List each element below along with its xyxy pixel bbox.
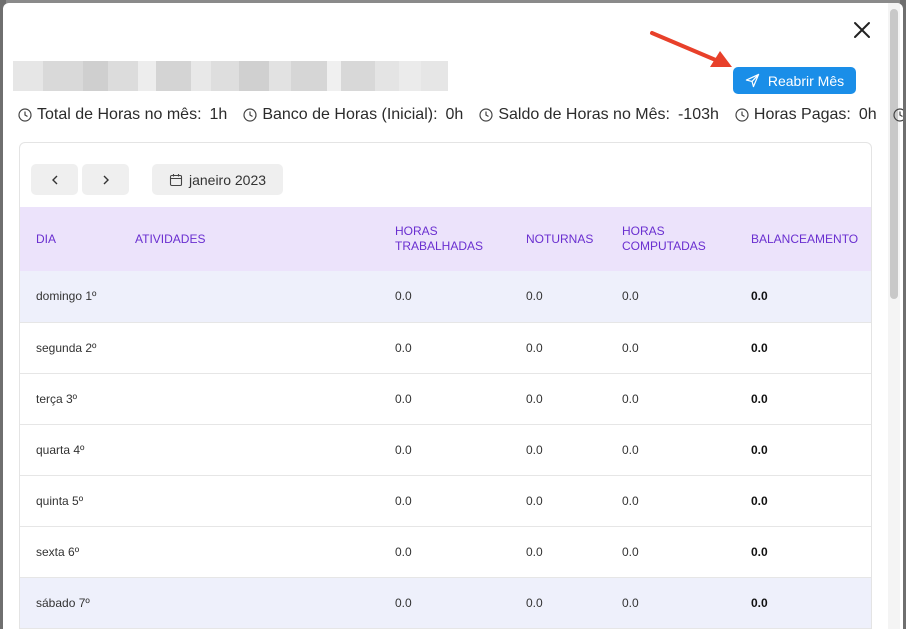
header-horas-computadas-line1: HORAS (622, 224, 665, 238)
cell-noturnas: 0.0 (526, 595, 543, 610)
timesheet-table: DIA ATIVIDADES HORAS TRABALHADAS NOTURNA… (20, 207, 871, 629)
month-label: janeiro 2023 (188, 171, 267, 188)
cell-atividades (135, 475, 395, 526)
cell-atividades (135, 424, 395, 475)
header-horas-trabalhadas: HORAS TRABALHADAS (395, 207, 526, 271)
table-row[interactable]: domingo 1º 0.0 0.0 0.0 0.0 (20, 271, 871, 322)
month-summary: Total de Horas no mês: 1h Banco de Horas… (18, 103, 903, 127)
stat-value: 0h (858, 106, 877, 123)
table-header-row: DIA ATIVIDADES HORAS TRABALHADAS NOTURNA… (20, 207, 871, 271)
cell-balanceamento: 0.0 (751, 595, 768, 610)
cell-noturnas: 0.0 (526, 493, 543, 508)
cell-noturnas: 0.0 (526, 289, 543, 304)
table-row[interactable]: segunda 2º 0.0 0.0 0.0 0.0 (20, 322, 871, 373)
cell-balanceamento: 0.0 (751, 340, 768, 355)
next-month-button[interactable] (82, 164, 129, 195)
stat-label: Banco de Horas (Inicial): (262, 106, 438, 123)
cell-computadas: 0.0 (622, 544, 639, 559)
calendar-icon (169, 173, 183, 186)
cell-computadas: 0.0 (622, 595, 639, 610)
annotation-arrow (650, 31, 732, 67)
table-row[interactable]: terça 3º 0.0 0.0 0.0 0.0 (20, 373, 871, 424)
cell-dia: quinta 5º (36, 493, 84, 508)
cell-dia: sábado 7º (36, 595, 90, 610)
cell-noturnas: 0.0 (526, 391, 543, 406)
clock-icon (479, 108, 493, 122)
stat-overflow (893, 108, 903, 122)
chevron-left-icon (51, 175, 57, 184)
cell-trabalhadas: 0.0 (395, 340, 412, 355)
stat-initial-bank: Banco de Horas (Inicial): 0h (243, 106, 463, 124)
month-picker-button[interactable]: janeiro 2023 (152, 164, 283, 195)
stat-label: Saldo de Horas no Mês: (498, 106, 670, 123)
clock-icon (893, 108, 903, 122)
table-row[interactable]: quinta 5º 0.0 0.0 0.0 0.0 (20, 475, 871, 526)
cell-computadas: 0.0 (622, 340, 639, 355)
cell-dia: sexta 6º (36, 544, 80, 559)
stat-label: Horas Pagas: (753, 106, 851, 123)
cell-dia: terça 3º (36, 391, 78, 406)
cell-balanceamento: 0.0 (751, 493, 768, 508)
scrollbar-thumb[interactable] (890, 9, 898, 299)
stat-total-hours: Total de Horas no mês: 1h (18, 106, 227, 124)
cell-computadas: 0.0 (622, 289, 639, 304)
cell-atividades (135, 373, 395, 424)
cell-atividades (135, 577, 395, 628)
clock-icon (735, 108, 749, 122)
cell-computadas: 0.0 (622, 391, 639, 406)
cell-dia: segunda 2º (36, 340, 97, 355)
stat-paid-hours: Horas Pagas: 0h (735, 106, 877, 124)
header-horas-trabalhadas-line2: TRABALHADAS (395, 239, 484, 253)
header-horas-trabalhadas-line1: HORAS (395, 224, 438, 238)
cell-dia: domingo 1º (36, 289, 97, 304)
header-balanceamento: BALANCEAMENTO (751, 231, 859, 246)
cell-trabalhadas: 0.0 (395, 289, 412, 304)
cell-noturnas: 0.0 (526, 544, 543, 559)
cell-atividades (135, 526, 395, 577)
close-icon (854, 22, 870, 38)
header-horas-computadas: HORAS COMPUTADAS (622, 207, 751, 271)
stat-label: Total de Horas no mês: (37, 106, 202, 123)
table-row[interactable]: quarta 4º 0.0 0.0 0.0 0.0 (20, 424, 871, 475)
cell-balanceamento: 0.0 (751, 391, 768, 406)
cell-noturnas: 0.0 (526, 340, 543, 355)
employee-name-redacted (13, 61, 448, 91)
previous-month-button[interactable] (31, 164, 78, 195)
timesheet-card: janeiro 2023 DIA ATIVIDADES HORAS TRABAL… (19, 142, 872, 629)
table-row[interactable]: sexta 6º 0.0 0.0 0.0 0.0 (20, 526, 871, 577)
close-button[interactable] (851, 19, 873, 41)
cell-trabalhadas: 0.0 (395, 442, 412, 457)
timesheet-modal: Reabrir Mês Total de Horas no mês: 1h Ba… (3, 3, 903, 629)
cell-trabalhadas: 0.0 (395, 391, 412, 406)
cell-trabalhadas: 0.0 (395, 595, 412, 610)
cell-computadas: 0.0 (622, 493, 639, 508)
clock-icon (243, 108, 257, 122)
cell-atividades (135, 271, 395, 322)
header-noturnas: NOTURNAS (526, 231, 594, 246)
send-icon (745, 73, 760, 88)
stat-value: 0h (445, 106, 464, 123)
header-atividades: ATIVIDADES (135, 231, 206, 246)
cell-atividades (135, 322, 395, 373)
header-dia: DIA (36, 231, 57, 246)
cell-balanceamento: 0.0 (751, 442, 768, 457)
chevron-right-icon (103, 175, 109, 184)
header-horas-computadas-line2: COMPUTADAS (622, 239, 706, 253)
cell-noturnas: 0.0 (526, 442, 543, 457)
cell-balanceamento: 0.0 (751, 544, 768, 559)
stat-month-balance: Saldo de Horas no Mês: -103h (479, 106, 719, 124)
reopen-month-button[interactable]: Reabrir Mês (733, 67, 856, 94)
cell-computadas: 0.0 (622, 442, 639, 457)
stat-value: -103h (677, 106, 719, 123)
clock-icon (18, 108, 32, 122)
stat-value: 1h (209, 106, 228, 123)
cell-dia: quarta 4º (36, 442, 85, 457)
table-row[interactable]: sábado 7º 0.0 0.0 0.0 0.0 (20, 577, 871, 628)
cell-balanceamento: 0.0 (751, 289, 768, 304)
reopen-month-label: Reabrir Mês (767, 72, 845, 89)
cell-trabalhadas: 0.0 (395, 493, 412, 508)
cell-trabalhadas: 0.0 (395, 544, 412, 559)
